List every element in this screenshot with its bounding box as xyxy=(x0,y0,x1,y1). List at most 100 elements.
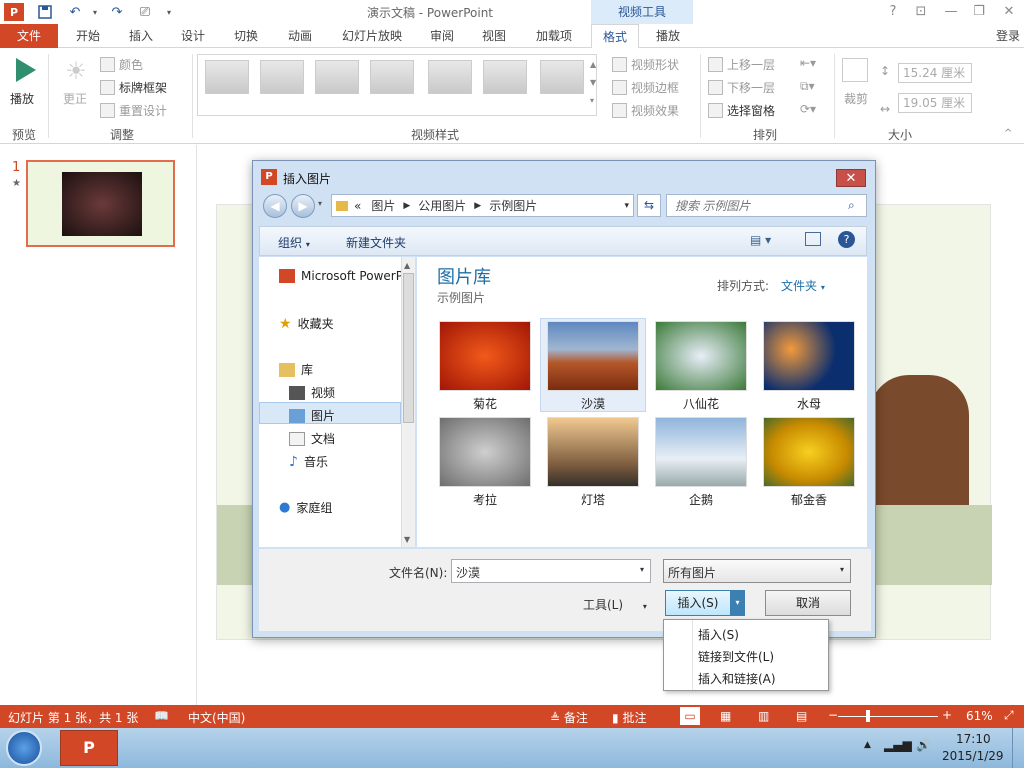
help-icon[interactable]: ? xyxy=(880,2,906,22)
send-backward-button[interactable]: 下移一层 xyxy=(708,79,775,96)
nav-videos[interactable]: 视频 xyxy=(289,384,335,401)
play-icon[interactable] xyxy=(12,56,40,84)
refresh-icon[interactable]: ⇆ xyxy=(637,194,661,217)
redo-icon[interactable]: ↷ xyxy=(106,2,128,22)
nav-homegroup[interactable]: ● 家庭组 xyxy=(279,499,332,516)
filename-dropdown-icon[interactable]: ▾ xyxy=(640,565,644,574)
nav-microsoft-powerpoint[interactable]: Microsoft PowerP xyxy=(279,269,403,283)
clock-time[interactable]: 17:10 xyxy=(956,732,991,746)
tab-playback[interactable]: 播放 xyxy=(644,24,692,48)
menu-item-insert[interactable]: 插入(S) xyxy=(698,626,739,643)
width-input[interactable]: 19.05 厘米 xyxy=(898,93,972,113)
nav-music[interactable]: ♪ 音乐 xyxy=(289,453,328,470)
search-input[interactable] xyxy=(666,194,867,217)
gallery-scroll-icon[interactable]: ▲ ▼ ▾ xyxy=(590,56,596,110)
restore-icon[interactable]: ❐ xyxy=(966,2,992,22)
notes-button[interactable]: ≜ 备注 xyxy=(550,709,588,726)
nav-scrollbar[interactable]: ▲ ▼ xyxy=(401,257,415,547)
dialog-close-button[interactable]: ✕ xyxy=(836,169,866,187)
slideshow-icon[interactable]: ▤ xyxy=(796,709,807,723)
nav-pictures[interactable]: 图片 xyxy=(289,407,335,424)
undo-dropdown-icon[interactable]: ▾ xyxy=(84,2,106,22)
photo-chrysanthemum[interactable] xyxy=(439,321,531,391)
height-input[interactable]: 15.24 厘米 xyxy=(898,63,972,83)
tab-addins[interactable]: 加载项 xyxy=(528,24,580,48)
filetype-select[interactable]: 所有图片 ▾ xyxy=(663,559,851,583)
address-bar[interactable]: « 图片 ▶ 公用图片 ▶ 示例图片 ▾ xyxy=(331,194,634,217)
language-indicator[interactable]: 中文(中国) xyxy=(188,709,245,726)
zoom-out-icon[interactable]: − xyxy=(828,708,838,722)
video-style-4[interactable] xyxy=(370,60,414,94)
tab-insert[interactable]: 插入 xyxy=(118,24,164,48)
address-dropdown-icon[interactable]: ▾ xyxy=(624,201,629,211)
photo-penguins[interactable] xyxy=(655,417,747,487)
forward-arrow-icon[interactable]: ▶ xyxy=(291,194,315,218)
nav-favorites[interactable]: ★ 收藏夹 xyxy=(279,315,334,332)
powerpoint-app-icon[interactable]: P xyxy=(4,3,24,21)
back-arrow-icon[interactable]: ◀ xyxy=(263,194,287,218)
fit-to-window-icon[interactable]: ⤢ xyxy=(1004,708,1014,723)
zoom-slider-thumb[interactable] xyxy=(866,710,870,722)
tools-button[interactable]: 工具(L) ▾ xyxy=(583,596,647,613)
nav-documents[interactable]: 文档 xyxy=(289,430,335,447)
align-icon[interactable]: ⇤▾ xyxy=(800,56,816,70)
save-icon[interactable] xyxy=(34,2,56,22)
clock-date[interactable]: 2015/1/29 xyxy=(942,749,1004,763)
photo-lighthouse[interactable] xyxy=(547,417,639,487)
photo-jellyfish[interactable] xyxy=(763,321,855,391)
photo-koala[interactable] xyxy=(439,417,531,487)
organize-button[interactable]: 组织 ▾ xyxy=(278,234,310,251)
sign-in-link[interactable]: 登录 xyxy=(992,24,1024,48)
filename-input[interactable]: 沙漠 ▾ xyxy=(451,559,651,583)
video-style-6[interactable] xyxy=(483,60,527,94)
reset-design-button[interactable]: 重置设计 xyxy=(100,102,167,119)
show-desktop-button[interactable] xyxy=(1012,728,1024,768)
reading-view-icon[interactable]: ▥ xyxy=(758,709,769,723)
change-view-icon[interactable]: ▤ ▾ xyxy=(750,233,771,247)
cancel-button[interactable]: 取消 xyxy=(765,590,851,616)
sun-icon[interactable]: ☀ xyxy=(62,58,90,84)
video-effects-button[interactable]: 视频效果 xyxy=(612,102,679,119)
arrange-by-dropdown[interactable]: 文件夹 ▾ xyxy=(781,277,825,294)
customize-quick-access-icon[interactable]: ▾ xyxy=(158,2,180,22)
normal-view-icon[interactable]: ▭ xyxy=(680,707,700,725)
photo-tulips[interactable] xyxy=(763,417,855,487)
breadcrumb-separator-icon[interactable]: ▶ xyxy=(403,201,410,211)
recent-locations-icon[interactable]: ▾ xyxy=(318,199,322,208)
tab-file[interactable]: 文件 xyxy=(0,24,58,48)
tab-format[interactable]: 格式 xyxy=(591,24,639,49)
volume-icon[interactable]: 🔊 xyxy=(916,738,931,752)
collapse-ribbon-icon[interactable]: ^ xyxy=(1004,128,1012,139)
breadcrumb-prefix[interactable]: « xyxy=(354,199,361,213)
tab-slideshow[interactable]: 幻灯片放映 xyxy=(334,24,410,48)
menu-item-link-to-file[interactable]: 链接到文件(L) xyxy=(698,648,774,665)
tab-design[interactable]: 设计 xyxy=(170,24,216,48)
video-style-5[interactable] xyxy=(428,60,472,94)
video-style-7[interactable] xyxy=(540,60,584,94)
slide-sorter-icon[interactable]: ▦ xyxy=(720,709,731,723)
photo-hydrangea[interactable] xyxy=(655,321,747,391)
preview-pane-icon[interactable] xyxy=(805,232,821,246)
breadcrumb-pictures[interactable]: 图片 xyxy=(371,197,395,214)
tab-view[interactable]: 视图 xyxy=(472,24,516,48)
undo-icon[interactable]: ↶ xyxy=(64,2,86,22)
minimize-icon[interactable]: — xyxy=(938,2,964,22)
breadcrumb-sample-pictures[interactable]: 示例图片 xyxy=(489,197,537,214)
poster-frame-button[interactable]: 标牌框架 xyxy=(100,79,167,96)
nav-library[interactable]: 库 xyxy=(279,361,313,378)
photo-desert[interactable] xyxy=(547,321,639,391)
group-icon[interactable]: ⧉▾ xyxy=(800,79,815,94)
new-folder-button[interactable]: 新建文件夹 xyxy=(346,234,406,251)
comments-button[interactable]: ▮ 批注 xyxy=(612,709,646,726)
tab-animations[interactable]: 动画 xyxy=(276,24,324,48)
correct-button-label[interactable]: 更正 xyxy=(63,90,87,107)
powerpoint-taskbar-icon[interactable]: P xyxy=(60,730,118,766)
tab-transitions[interactable]: 切换 xyxy=(222,24,270,48)
close-window-icon[interactable]: ✕ xyxy=(996,2,1022,22)
spell-check-icon[interactable]: 📖 xyxy=(154,709,169,723)
video-style-1[interactable] xyxy=(205,60,249,94)
start-button-icon[interactable] xyxy=(6,730,42,766)
help-icon[interactable]: ? xyxy=(838,231,855,248)
crop-button-label[interactable]: 裁剪 xyxy=(844,90,868,107)
show-hidden-icons-icon[interactable]: ▲ xyxy=(864,740,871,750)
